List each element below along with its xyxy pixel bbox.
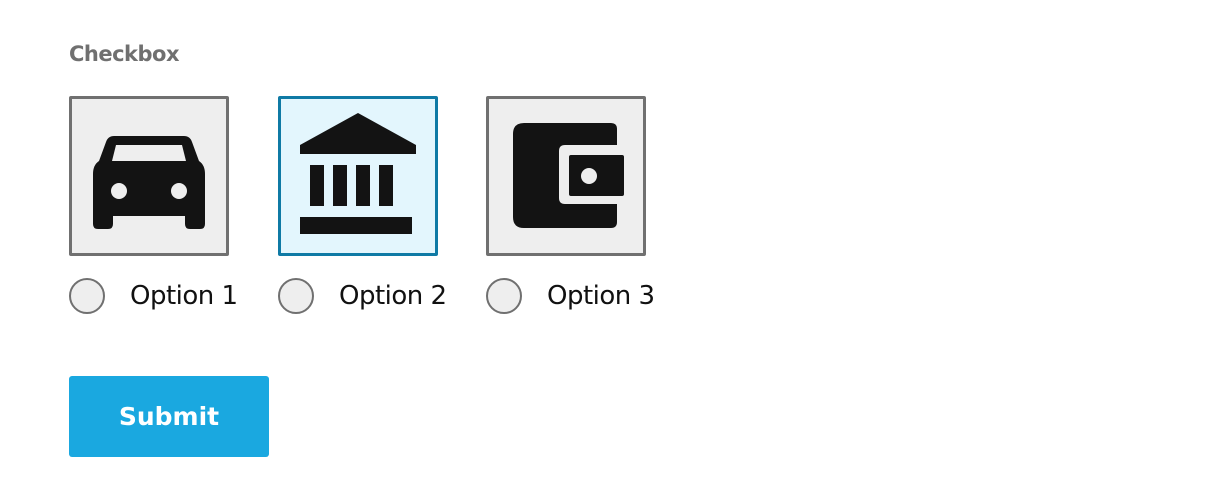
car-icon <box>93 136 205 229</box>
submit-button[interactable]: Submit <box>69 376 269 457</box>
field-label: Checkbox <box>69 42 180 66</box>
option-2-label: Option 2 <box>339 281 447 311</box>
wallet-icon <box>513 123 624 228</box>
option-2-tile[interactable] <box>278 96 438 256</box>
option-2-choice[interactable]: Option 2 <box>278 276 447 316</box>
option-3-label: Option 3 <box>547 281 655 311</box>
option-1-radio[interactable] <box>69 278 105 314</box>
option-2-radio[interactable] <box>278 278 314 314</box>
option-1-label: Option 1 <box>130 281 238 311</box>
checkbox-form: Checkbox Option 1 Option 2 Option 3 Subm… <box>69 0 1169 504</box>
option-1-tile[interactable] <box>69 96 229 256</box>
option-1-choice[interactable]: Option 1 <box>69 276 238 316</box>
option-3-radio[interactable] <box>486 278 522 314</box>
bank-icon <box>300 113 416 234</box>
option-3-choice[interactable]: Option 3 <box>486 276 655 316</box>
option-3-tile[interactable] <box>486 96 646 256</box>
